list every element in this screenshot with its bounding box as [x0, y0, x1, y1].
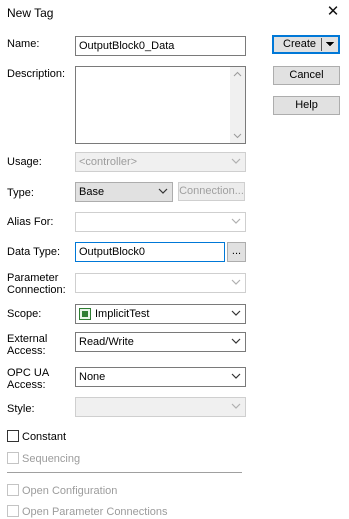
connection-button[interactable]: Connection...: [178, 182, 245, 201]
chevron-down-icon: [231, 336, 241, 346]
data-type-field[interactable]: OutputBlock0: [75, 242, 225, 262]
separator: [7, 472, 242, 473]
close-icon[interactable]: ✕: [323, 2, 343, 22]
constant-label: Constant: [22, 431, 67, 443]
scroll-up-icon[interactable]: [233, 70, 242, 79]
parameter-connection-label-line2: Connection:: [7, 284, 66, 296]
chevron-down-icon: [231, 277, 241, 287]
window-title: New Tag: [7, 6, 54, 20]
scope-value: ImplicitTest: [95, 308, 150, 320]
opc-ua-access-label-line1: OPC UA: [7, 367, 50, 379]
create-split-divider: [321, 38, 322, 51]
data-type-browse-button[interactable]: ...: [227, 242, 246, 262]
external-access-select[interactable]: Read/Write: [75, 332, 246, 352]
cancel-button[interactable]: Cancel: [273, 66, 340, 85]
constant-checkbox[interactable]: [7, 430, 19, 442]
external-access-label-line1: External: [7, 333, 48, 345]
chevron-down-icon: [231, 371, 241, 381]
alias-for-label: Alias For:: [7, 216, 54, 228]
chevron-down-icon: [231, 156, 241, 166]
title-bar: New Tag ✕: [0, 0, 349, 26]
parameter-connection-select[interactable]: [75, 273, 246, 293]
scope-select[interactable]: ImplicitTest: [75, 304, 246, 324]
style-label: Style:: [7, 403, 35, 415]
usage-select[interactable]: <controller>: [75, 152, 246, 172]
opc-ua-access-label-line2: Access:: [7, 379, 46, 391]
type-select[interactable]: Base: [75, 182, 173, 202]
name-field[interactable]: OutputBlock0_Data: [75, 36, 246, 56]
open-configuration-checkbox[interactable]: [7, 484, 19, 496]
description-field[interactable]: [75, 66, 246, 144]
data-type-label: Data Type:: [7, 246, 60, 258]
chevron-down-icon: [231, 308, 241, 318]
usage-label: Usage:: [7, 156, 42, 168]
help-button[interactable]: Help: [273, 96, 340, 115]
scope-label: Scope:: [7, 308, 42, 320]
sequencing-checkbox[interactable]: [7, 452, 19, 464]
style-select[interactable]: [75, 397, 246, 417]
type-value: Base: [79, 186, 105, 198]
external-access-value: Read/Write: [79, 336, 134, 348]
create-button[interactable]: Create: [272, 35, 340, 54]
description-label: Description:: [7, 68, 66, 80]
chevron-down-icon: [231, 216, 241, 226]
create-button-label: Create: [283, 38, 317, 50]
usage-value: <controller>: [79, 156, 138, 168]
description-scrollbar[interactable]: [230, 67, 245, 143]
open-parameter-connections-label: Open Parameter Connections: [22, 506, 168, 518]
chevron-down-icon: [158, 186, 168, 196]
opc-ua-access-select[interactable]: None: [75, 367, 246, 387]
open-configuration-label: Open Configuration: [22, 485, 118, 497]
external-access-label-line2: Access:: [7, 345, 46, 357]
open-parameter-connections-checkbox[interactable]: [7, 505, 19, 517]
sequencing-label: Sequencing: [22, 453, 81, 465]
parameter-connection-label-line1: Parameter: [7, 272, 59, 284]
controller-icon: [79, 308, 91, 320]
scroll-down-icon[interactable]: [233, 131, 242, 140]
chevron-down-icon: [231, 401, 241, 411]
name-value: OutputBlock0_Data: [79, 40, 175, 52]
data-type-value: OutputBlock0: [79, 246, 146, 258]
alias-for-select[interactable]: [75, 212, 246, 232]
chevron-down-icon[interactable]: [325, 39, 335, 52]
opc-ua-access-value: None: [79, 371, 106, 383]
type-label: Type:: [7, 187, 34, 199]
name-label: Name:: [7, 38, 40, 50]
